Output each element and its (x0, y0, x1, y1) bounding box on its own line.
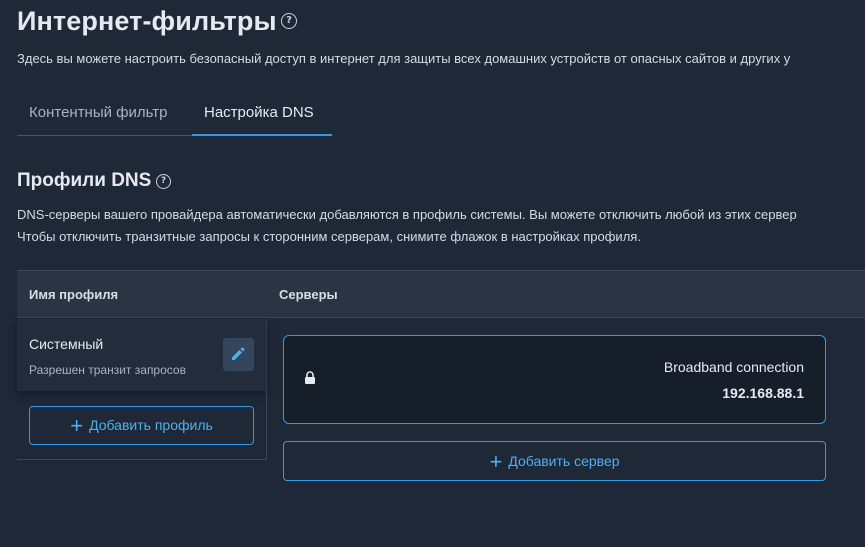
section-description-line2: Чтобы отключить транзитные запросы к сто… (17, 229, 641, 244)
add-profile-label: Добавить профиль (89, 417, 213, 433)
section-help-icon[interactable]: ? (156, 174, 171, 189)
tab-dns-settings[interactable]: Настройка DNS (192, 96, 332, 136)
plus-icon: + (489, 449, 503, 474)
lock-icon (305, 371, 315, 384)
profile-status: Разрешен транзит запросов (29, 363, 186, 377)
page-title: Интернет-фильтры (17, 4, 277, 38)
tab-content-filter[interactable]: Контентный фильтр (17, 96, 192, 134)
help-icon[interactable]: ? (281, 13, 297, 29)
add-profile-button[interactable]: + Добавить профиль (29, 406, 254, 445)
page-title-text: Интернет-фильтры (17, 6, 277, 36)
section-description-line1: DNS-серверы вашего провайдера автоматиче… (17, 207, 797, 222)
pencil-icon (232, 347, 245, 360)
page-subtitle: Здесь вы можете настроить безопасный дос… (17, 51, 791, 66)
add-server-label: Добавить сервер (508, 453, 620, 469)
table-header: Имя профиля Серверы (17, 270, 865, 318)
profile-item-system[interactable]: Системный Разрешен транзит запросов (17, 319, 266, 391)
section-title: Профили DNS (17, 170, 152, 191)
tab-bar: Контентный фильтр Настройка DNS (17, 96, 332, 136)
column-header-profile-name: Имя профиля (29, 287, 119, 302)
plus-icon: + (70, 413, 84, 438)
profile-name: Системный (29, 336, 104, 352)
edit-profile-button[interactable] (223, 338, 254, 371)
profile-list: Системный Разрешен транзит запросов + Доб… (17, 319, 267, 460)
server-ip: 192.168.88.1 (722, 385, 804, 401)
add-server-button[interactable]: + Добавить сервер (283, 441, 826, 481)
server-name: Broadband connection (663, 359, 804, 375)
column-header-servers: Серверы (279, 287, 338, 302)
dns-server-card[interactable]: Broadband connection 192.168.88.1 (283, 335, 826, 424)
